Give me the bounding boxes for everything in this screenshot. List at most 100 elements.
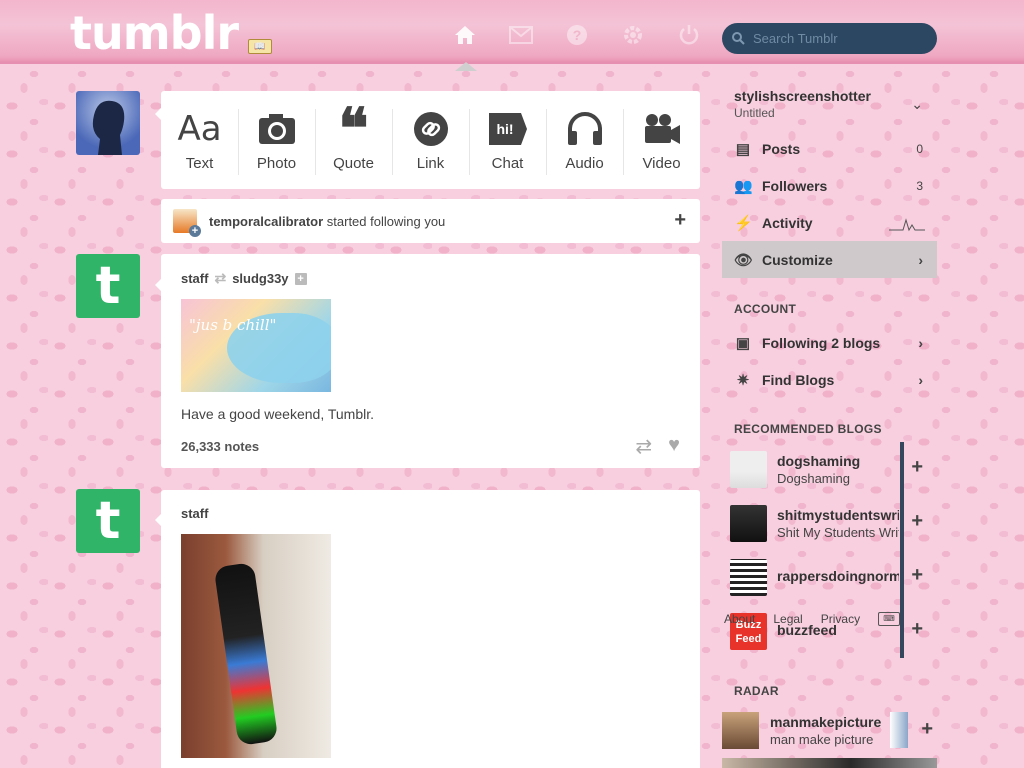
primary-nav: ? (452, 22, 702, 48)
sidebar-item-customize[interactable]: 👁 Customize › (722, 241, 937, 278)
footer-links: About Legal Privacy ⌨ (724, 612, 901, 626)
recommended-blog-text: shitmystudentswrite Shit My Students Wri… (777, 507, 899, 540)
post-header: staff ⇄ sludg33y + (181, 270, 307, 287)
post-card: staff ⇄ sludg33y + "jus b chill" Have a … (161, 254, 700, 468)
post-image[interactable]: "jus b chill" (181, 299, 331, 392)
recommended-divider (900, 604, 904, 658)
blog-switcher[interactable]: stylishscreenshotter Untitled ⌄ (722, 84, 937, 126)
sidebar-item-find-blogs[interactable]: ✷ Find Blogs › (722, 361, 937, 398)
blog-avatar (730, 450, 767, 488)
footer-link-privacy[interactable]: Privacy (821, 612, 860, 626)
camera-icon (238, 109, 315, 149)
tumblr-logo[interactable]: tumblr (70, 6, 239, 60)
footer-link-legal[interactable]: Legal (773, 612, 802, 626)
search-input[interactable] (753, 31, 913, 46)
post-card: staff (161, 490, 700, 768)
follow-blog-button[interactable]: + (911, 456, 923, 479)
recommended-blog[interactable]: dogshaming Dogshaming + (722, 442, 937, 496)
posts-count: 0 (916, 141, 923, 156)
staff-avatar[interactable]: t (76, 254, 140, 318)
power-icon[interactable] (676, 22, 702, 48)
new-chat-button[interactable]: hi! Chat (469, 91, 546, 189)
recommended-divider (900, 442, 904, 496)
post-author[interactable]: staff (181, 271, 208, 286)
user-avatar[interactable] (76, 91, 140, 155)
follow-plus-icon[interactable]: + (294, 272, 307, 285)
reblog-source[interactable]: sludg33y (232, 271, 288, 286)
new-photo-button[interactable]: Photo (238, 91, 315, 189)
sidebar-item-activity[interactable]: ⚡ Activity (722, 204, 937, 241)
follow-radar-button[interactable]: + (921, 718, 933, 741)
follow-back-button[interactable]: + (674, 209, 686, 232)
svg-text:hi!: hi! (496, 121, 513, 137)
radar-text: manmakepicture man make picture (770, 714, 881, 747)
home-icon[interactable] (452, 22, 478, 48)
like-heart-icon[interactable]: ♥ (668, 434, 680, 459)
post-body: Have a good weekend, Tumblr. (181, 406, 375, 422)
following-user-icon: ▣ (735, 334, 751, 352)
sidebar-item-label: Followers (762, 177, 828, 194)
sidebar-item-following[interactable]: ▣ Following 2 blogs › (722, 324, 937, 361)
mail-icon[interactable] (508, 22, 534, 48)
follow-blog-button[interactable]: + (911, 510, 923, 533)
recommended-divider (900, 496, 904, 550)
chevron-right-icon: › (918, 371, 923, 388)
recommended-blog-name: dogshaming (777, 452, 861, 469)
radar-post-image[interactable] (722, 758, 937, 768)
follow-blog-button[interactable]: + (911, 564, 923, 587)
staff-avatar[interactable]: t (76, 489, 140, 553)
new-audio-button[interactable]: Audio (546, 91, 623, 189)
composer-label: Text (185, 155, 214, 172)
recommended-blog-name: rappersdoingnormalshit (777, 568, 899, 584)
blog-name: stylishscreenshotter (734, 88, 871, 104)
recommended-blog[interactable]: rappersdoingnormalshit + (722, 550, 937, 604)
search-box[interactable] (722, 23, 937, 54)
post-author[interactable]: staff (181, 506, 208, 521)
recommended-divider (900, 550, 904, 604)
headphones-icon (546, 109, 623, 149)
notes-count[interactable]: 26,333 notes (181, 439, 259, 454)
composer-label: Link (416, 155, 445, 172)
blog-avatar (730, 558, 767, 596)
search-icon (732, 32, 745, 45)
radar-item[interactable]: manmakepicture man make picture + (722, 710, 937, 750)
settings-icon[interactable] (620, 22, 646, 48)
new-link-button[interactable]: Link (392, 91, 469, 189)
sidebar-item-posts[interactable]: ▤ Posts 0 (722, 130, 937, 167)
nav-active-caret (455, 62, 477, 71)
sidebar-item-label: Customize (762, 251, 833, 268)
new-video-button[interactable]: Video (623, 91, 700, 189)
keyboard-icon[interactable]: ⌨ (878, 612, 901, 626)
chevron-right-icon: › (918, 251, 923, 268)
composer-label: Audio (565, 155, 604, 172)
follow-blog-button[interactable]: + (911, 618, 923, 641)
link-icon (392, 109, 469, 149)
post-actions: ⇄ ♥ (635, 434, 680, 459)
follower-name[interactable]: temporalcalibrator (209, 214, 323, 229)
compass-icon: ✷ (736, 371, 750, 389)
lightning-icon: ⚡ (734, 214, 753, 232)
blog-avatar (730, 504, 767, 542)
book-icon[interactable]: 📖 (248, 39, 272, 54)
follow-notification: temporalcalibrator started following you… (161, 199, 700, 243)
composer-label: Chat (491, 155, 524, 172)
new-quote-button[interactable]: ❝ Quote (315, 91, 392, 189)
sidebar-item-label: Find Blogs (762, 371, 835, 388)
sidebar-item-followers[interactable]: 👥 Followers 3 (722, 167, 937, 204)
chat-icon: hi! (469, 109, 546, 149)
footer-link-about[interactable]: About (724, 612, 755, 626)
composer-label: Photo (256, 155, 297, 172)
follower-avatar[interactable] (173, 209, 201, 237)
recommended-blog[interactable]: shitmystudentswrite Shit My Students Wri… (722, 496, 937, 550)
composer-label: Video (642, 155, 681, 172)
chevron-right-icon: › (918, 334, 923, 351)
radar-blog-title: man make picture (770, 731, 874, 747)
help-icon[interactable]: ? (564, 22, 590, 48)
sidebar-item-label: Following 2 blogs (762, 334, 881, 351)
reblog-button[interactable]: ⇄ (635, 434, 652, 459)
chevron-down-icon: ⌄ (911, 96, 923, 112)
post-image[interactable] (181, 534, 331, 758)
post-header: staff (181, 506, 208, 521)
composer-label: Quote (333, 155, 374, 172)
new-text-button[interactable]: Aa Text (161, 91, 238, 189)
